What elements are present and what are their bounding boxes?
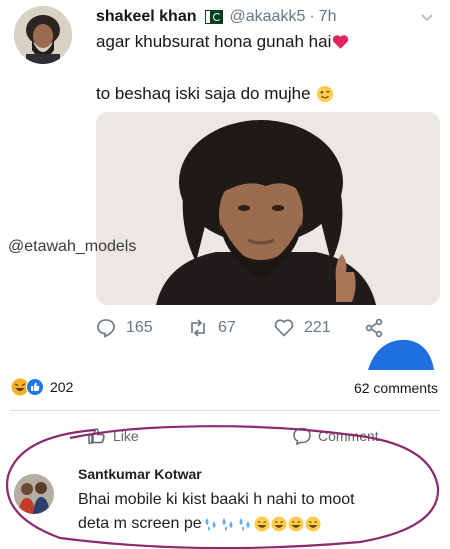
retweet-count: 67 [218, 319, 236, 336]
fb-comment-button[interactable]: Comment [292, 426, 379, 446]
tweet-photo[interactable] [96, 112, 440, 305]
tweet-action-bar: 165 67 221 [96, 318, 406, 342]
retweet-icon [191, 319, 205, 337]
tweet-author-name[interactable]: shakeel khan [96, 8, 197, 26]
share-icon [365, 318, 383, 338]
blue-overlay-shape [368, 339, 434, 370]
sweat-droplets-icon [239, 518, 250, 531]
heart-outline-icon [274, 319, 294, 337]
tweet-header: shakeel khan @akaakk5 · 7h [96, 8, 336, 26]
comment-emoji-row [203, 516, 322, 532]
like-count: 221 [304, 319, 331, 336]
fb-comment-label: Comment [318, 428, 379, 444]
watermark-text: @etawah_models [8, 238, 137, 255]
fb-like-button[interactable]: Like [87, 426, 139, 446]
thumbs-up-icon [88, 428, 105, 444]
tweet-timestamp[interactable]: 7h [319, 8, 337, 26]
grinning-face-icon [288, 516, 304, 532]
commenter-avatar[interactable] [14, 474, 54, 514]
comment-text-line-2: deta m screen pe [78, 515, 322, 533]
comment-text-2: deta m screen pe [78, 515, 202, 532]
grinning-face-icon [305, 516, 321, 532]
avatar-photo [14, 6, 72, 64]
tweet-author-avatar[interactable] [14, 6, 72, 64]
comment-text-line-1: Bhai mobile ki kist baaki h nahi to moot [78, 491, 355, 508]
tweet-text-line-1: agar khubsurat hona gunah hai [96, 32, 349, 52]
red-heart-icon [333, 35, 349, 49]
reaction-count: 202 [50, 379, 74, 395]
action-divider [10, 410, 440, 411]
reply-count: 165 [126, 319, 153, 336]
tweet-text-line-2: to beshaq iski saja do mujhe [96, 84, 334, 104]
man-portrait-photo [96, 112, 440, 305]
commenter-photo [14, 474, 54, 514]
tweet-header-separator: · [309, 8, 315, 25]
grinning-face-icon [271, 516, 287, 532]
comments-count[interactable]: 62 comments [354, 380, 438, 396]
winking-face-icon [316, 85, 333, 103]
reply-button[interactable]: 165 [96, 318, 153, 338]
share-button[interactable] [364, 318, 394, 338]
sweat-droplets-icon [205, 518, 216, 531]
tweet-text-2: to beshaq iski saja do mujhe [96, 84, 311, 103]
reply-icon [97, 319, 115, 338]
like-button[interactable]: 221 [274, 318, 331, 338]
reaction-summary[interactable]: 202 [11, 378, 73, 396]
tweet-text-1: agar khubsurat hona gunah hai [96, 32, 332, 51]
sweat-droplets-icon [222, 518, 233, 531]
comment-bubble-icon [293, 427, 311, 446]
retweet-button[interactable]: 67 [188, 318, 236, 338]
commenter-name[interactable]: Santkumar Kotwar [78, 466, 202, 482]
pakistan-flag-icon [204, 10, 223, 24]
tweet-author-handle[interactable]: @akaakk5 [230, 8, 306, 26]
grinning-face-icon [254, 516, 270, 532]
fb-like-label: Like [113, 428, 139, 444]
like-reaction-icon [26, 378, 44, 396]
chevron-down-icon[interactable] [420, 10, 434, 24]
